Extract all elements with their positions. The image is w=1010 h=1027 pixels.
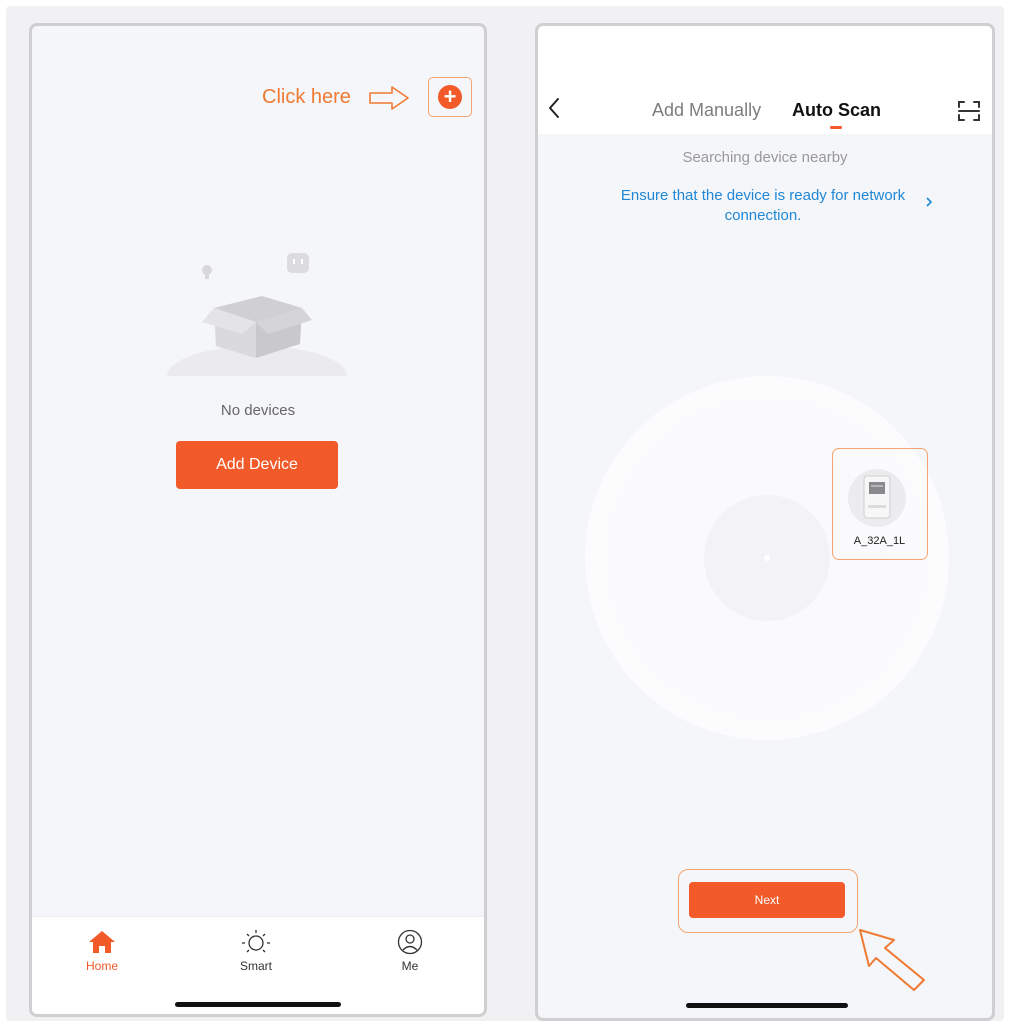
home-indicator bbox=[686, 1003, 848, 1008]
found-device-card[interactable]: A_32A_1L bbox=[832, 448, 928, 560]
tab-me[interactable]: Me bbox=[370, 929, 450, 973]
bottom-tab-bar: Home Smart Me bbox=[32, 916, 484, 1014]
phone-home-screen: Click here + No devices Add Device Home bbox=[29, 23, 487, 1017]
tab-home[interactable]: Home bbox=[62, 929, 142, 973]
tab-add-manually[interactable]: Add Manually bbox=[652, 100, 761, 121]
click-here-hint: Click here bbox=[262, 86, 351, 108]
right-arrow-icon bbox=[369, 86, 409, 110]
searching-status: Searching device nearby bbox=[682, 149, 848, 166]
top-bar: Add Manually Auto Scan bbox=[538, 26, 992, 134]
device-name: A_32A_1L bbox=[853, 535, 906, 547]
add-button-highlight: + bbox=[428, 77, 472, 117]
phone-scan-screen: Add Manually Auto Scan Searching device … bbox=[535, 23, 995, 1021]
chevron-right-icon bbox=[926, 197, 933, 207]
next-button-highlight: Next bbox=[678, 869, 858, 933]
empty-box-illustration bbox=[162, 253, 352, 388]
meter-device-icon bbox=[863, 475, 891, 519]
home-indicator bbox=[175, 1002, 341, 1007]
tab-me-label: Me bbox=[401, 959, 419, 973]
home-icon bbox=[89, 931, 115, 953]
device-thumbnail bbox=[848, 469, 906, 527]
back-chevron-icon[interactable] bbox=[546, 96, 562, 120]
sun-icon bbox=[242, 930, 270, 953]
active-tab-indicator bbox=[830, 126, 842, 129]
tab-smart[interactable]: Smart bbox=[216, 929, 296, 973]
pointer-hand-icon bbox=[859, 929, 925, 991]
tab-smart-label: Smart bbox=[239, 959, 272, 973]
tab-home-label: Home bbox=[85, 959, 118, 973]
ensure-ready-link[interactable]: Ensure that the device is ready for netw… bbox=[593, 186, 933, 226]
scan-qr-icon[interactable] bbox=[956, 98, 982, 124]
add-device-button[interactable]: Add Device bbox=[176, 441, 338, 489]
radar-center-dot bbox=[764, 555, 770, 561]
plus-circle-icon[interactable]: + bbox=[438, 85, 462, 109]
empty-state-text: No devices bbox=[220, 402, 296, 419]
next-button[interactable]: Next bbox=[689, 882, 845, 918]
tab-auto-scan[interactable]: Auto Scan bbox=[792, 100, 881, 121]
user-icon bbox=[397, 929, 423, 955]
